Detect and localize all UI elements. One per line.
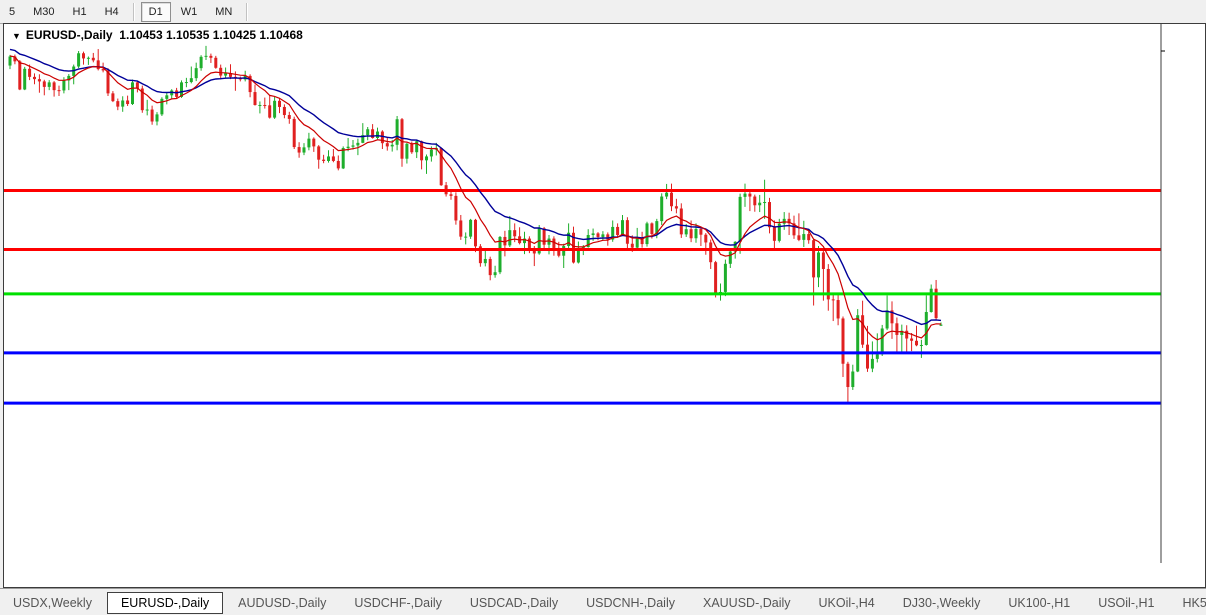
chart-tab-dj30-weekly[interactable]: DJ30-,Weekly [890, 593, 994, 613]
chart-title: ▼ EURUSD-,Daily 1.10453 1.10535 1.10425 1… [12, 28, 303, 42]
timeframe-button-5[interactable]: 5 [1, 2, 23, 22]
main-chart-svg[interactable] [4, 24, 1203, 585]
chart-tab-ukoil-h4[interactable]: UKOil-,H4 [806, 593, 888, 613]
chart-tab-usoil-h1[interactable]: USOil-,H1 [1085, 593, 1167, 613]
trading-terminal: 5 M30 H1 H4 D1 W1 MN ▼ EURUSD-,Daily 1.10453 1.… [0, 0, 1206, 615]
candle [77, 51, 81, 69]
timeframe-button-w1[interactable]: W1 [173, 2, 206, 22]
timeframe-toolbar: 5 M30 H1 H4 D1 W1 MN [0, 0, 1206, 24]
timeframe-button-mn[interactable]: MN [207, 2, 240, 22]
candle [679, 203, 683, 238]
candle [660, 193, 664, 225]
timeframe-button-d1[interactable]: D1 [140, 1, 171, 22]
candle [140, 85, 144, 113]
chart-tab-hk50-h1[interactable]: HK50-,H1 [1169, 593, 1206, 613]
candle [454, 192, 458, 225]
chart-tab-usdx-weekly[interactable]: USDX,Weekly [0, 593, 105, 613]
chart-tab-xauusd-daily[interactable]: XAUUSD-,Daily [690, 593, 804, 613]
symbol-dropdown-icon[interactable]: ▼ [12, 31, 21, 41]
candle [645, 221, 649, 247]
candle [23, 66, 27, 91]
toolbar-separator [132, 2, 135, 21]
candle [160, 97, 164, 117]
candle [929, 284, 933, 313]
candle [723, 259, 727, 297]
timeframe-button-h4[interactable]: H4 [97, 2, 127, 22]
chart-tab-usdcad-daily[interactable]: USDCAD-,Daily [457, 593, 571, 613]
candle [292, 116, 296, 149]
candle [714, 260, 718, 298]
candle [131, 79, 134, 106]
candle [18, 60, 22, 91]
toolbar-separator [246, 2, 249, 21]
chart-tab-uk100-h1[interactable]: UK100-,H1 [995, 593, 1083, 613]
chart-title-ohlc: 1.10453 1.10535 1.10425 1.10468 [119, 28, 303, 42]
timeframe-button-m30[interactable]: M30 [25, 2, 62, 22]
chart-window: ▼ EURUSD-,Daily 1.10453 1.10535 1.10425 1… [3, 23, 1206, 588]
chart-tab-usdchf-daily[interactable]: USDCHF-,Daily [341, 593, 455, 613]
chart-tab-bar: USDX,Weekly EURUSD-,Daily AUDUSD-,Daily USD… [0, 588, 1206, 615]
price-axis [1160, 24, 1203, 563]
chart-tab-usdcnh-daily[interactable]: USDCNH-,Daily [573, 593, 688, 613]
chart-tab-eurusd-daily[interactable]: EURUSD-,Daily [106, 591, 224, 614]
chart-title-symbol: EURUSD-,Daily [25, 28, 113, 42]
timeframe-button-h1[interactable]: H1 [65, 2, 95, 22]
chart-tab-audusd-daily[interactable]: AUDUSD-,Daily [225, 593, 339, 613]
candle [469, 218, 473, 239]
candle [214, 55, 218, 69]
candle [880, 324, 884, 356]
